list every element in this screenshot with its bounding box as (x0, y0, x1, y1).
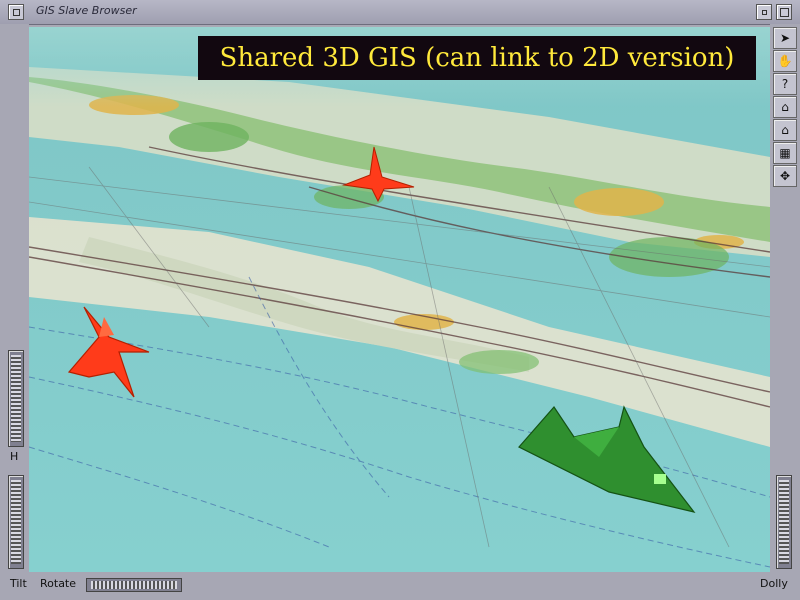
rotate-label: Rotate (40, 577, 77, 590)
banner-caption: Shared 3D GIS (can link to 2D version) (198, 36, 756, 80)
select-tool-button[interactable]: ➤ (773, 27, 797, 49)
window-title: GIS Slave Browser (36, 4, 137, 17)
hand-icon: ✋ (777, 54, 793, 68)
set-home-icon: ⌂ (781, 123, 789, 137)
tilt-thumbwheel[interactable] (8, 475, 24, 569)
tilt-label: Tilt (10, 577, 27, 590)
help-button[interactable]: ? (773, 73, 797, 95)
maximize-button[interactable] (776, 4, 792, 20)
home-icon: ⌂ (781, 100, 789, 114)
map-scene (29, 27, 770, 572)
pan-tool-button[interactable]: ✋ (773, 50, 797, 72)
dolly-thumbwheel[interactable] (776, 475, 792, 569)
view-all-button[interactable]: ▦ (773, 142, 797, 164)
rotate-thumbwheel[interactable] (86, 578, 182, 592)
set-home-button[interactable]: ⌂ (773, 119, 797, 141)
dolly-label: Dolly (760, 577, 788, 590)
window-title-bar[interactable]: GIS Slave Browser (0, 0, 800, 25)
home-button[interactable]: ⌂ (773, 96, 797, 118)
seek-button[interactable]: ✥ (773, 165, 797, 187)
view-all-icon: ▦ (779, 146, 791, 160)
minimize-button[interactable] (756, 4, 772, 20)
seek-icon: ✥ (779, 169, 791, 183)
arrow-pointer-icon: ➤ (779, 31, 791, 45)
window-menu-button[interactable] (8, 4, 24, 20)
help-icon: ? (781, 77, 789, 91)
h-label: H (10, 450, 19, 463)
h-thumbwheel[interactable] (8, 350, 24, 447)
gis-3d-viewport[interactable] (29, 27, 770, 572)
